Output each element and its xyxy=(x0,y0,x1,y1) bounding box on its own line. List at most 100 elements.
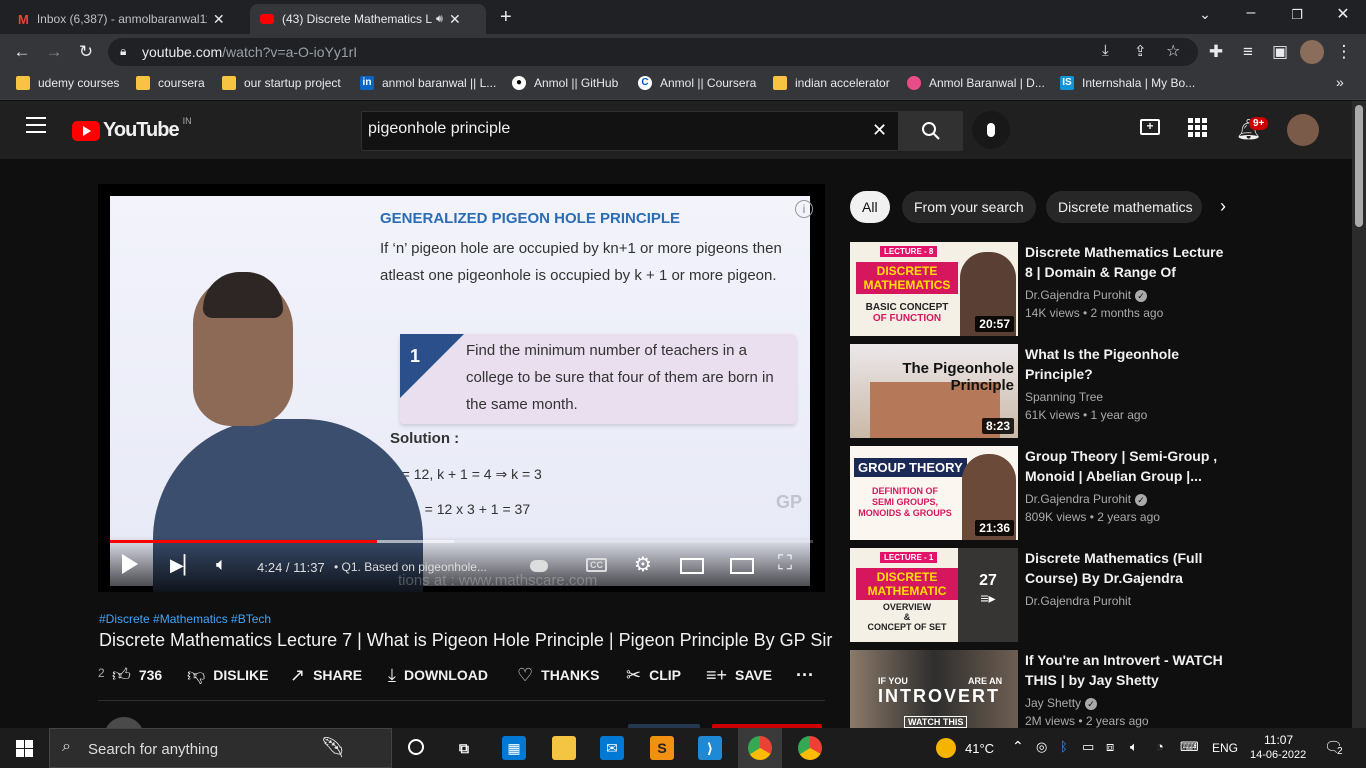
microsoft-store-icon[interactable]: ▦ xyxy=(502,736,526,760)
apps-grid-icon[interactable] xyxy=(1188,118,1207,137)
weather-temperature[interactable]: 41°C xyxy=(965,741,994,756)
settings-gear-icon[interactable]: ⚙ xyxy=(634,552,652,577)
like-button[interactable]: 👍︎ 736 xyxy=(112,664,162,686)
bookmark-item[interactable]: C Anmol || Coursera xyxy=(638,76,756,90)
video-hashtags[interactable]: #Discrete #Mathematics #BTech xyxy=(99,612,271,626)
chip-all[interactable]: All xyxy=(850,191,890,223)
progress-bar[interactable] xyxy=(110,540,813,543)
bluetooth-icon[interactable]: ᛒ xyxy=(1060,739,1068,754)
volume-tray-icon[interactable]: 🔈︎ xyxy=(1130,739,1138,755)
restore-button[interactable]: ❐ xyxy=(1274,7,1320,23)
minimize-button[interactable]: – xyxy=(1228,4,1274,22)
search-input[interactable] xyxy=(368,120,858,138)
sublime-text-icon[interactable]: S xyxy=(650,736,674,760)
keyboard-icon[interactable]: ⌨ xyxy=(1180,739,1199,755)
language-indicator[interactable]: ENG xyxy=(1212,741,1238,755)
back-icon[interactable]: ← xyxy=(10,42,34,62)
theater-mode-icon[interactable] xyxy=(730,558,754,574)
tray-overflow-icon[interactable]: ⌃ xyxy=(1012,738,1024,755)
thanks-button[interactable]: ♡ THANKS xyxy=(517,664,599,686)
address-bar[interactable]: 🔒︎ youtube.com/watch?v=a-O-ioYy1rI ⤓ ⇪ ☆ xyxy=(108,38,1198,66)
hamburger-menu-icon[interactable] xyxy=(26,117,46,133)
bookmark-item[interactable]: udemy courses xyxy=(16,76,119,90)
recommendation-item[interactable]: LECTURE - 8 DISCRETE MATHEMATICS BASIC C… xyxy=(850,242,1230,338)
browser-menu-icon[interactable]: ⋮ xyxy=(1332,42,1356,62)
share-icon[interactable]: ⇪ xyxy=(1134,42,1147,60)
bookmark-item[interactable]: our startup project xyxy=(222,76,341,90)
search-box[interactable]: ✕ xyxy=(361,111,899,151)
chrome-profile-icon[interactable] xyxy=(798,736,822,760)
close-tab-icon[interactable]: ✕ xyxy=(449,11,461,28)
forward-icon[interactable]: → xyxy=(42,42,66,62)
weather-sun-icon[interactable] xyxy=(936,738,956,758)
bookmark-item[interactable]: IS Internshala | My Bo... xyxy=(1060,76,1195,90)
clock-date[interactable]: 14-06-2022 xyxy=(1250,749,1306,761)
audio-playing-icon[interactable]: 🔊︎ xyxy=(436,13,443,26)
dislike-button[interactable]: 👎︎ DISLIKE xyxy=(187,664,269,686)
tab-search-icon[interactable]: ⌄ xyxy=(1182,6,1228,23)
volume-icon[interactable]: 🔈︎ xyxy=(216,554,227,575)
more-actions-icon[interactable]: ··· xyxy=(796,664,814,686)
bookmark-item[interactable]: in anmol baranwal || L... xyxy=(360,76,496,90)
mail-icon[interactable]: ✉ xyxy=(600,736,624,760)
save-button[interactable]: ≡+ SAVE xyxy=(706,664,772,686)
bookmark-star-icon[interactable]: ☆ xyxy=(1166,41,1180,61)
channel-name[interactable]: Dr.Gajendra Purohit ✓ xyxy=(1025,288,1148,302)
info-card-icon[interactable]: i xyxy=(795,200,813,218)
subtitles-icon[interactable]: CC xyxy=(586,558,607,572)
youtube-logo[interactable]: YouTube IN xyxy=(72,116,192,142)
bookmark-item[interactable]: Anmol Baranwal | D... xyxy=(907,76,1045,90)
video-player[interactable]: GENERALIZED PIGEON HOLE PRINCIPLE If ‘n’… xyxy=(98,184,825,592)
play-icon[interactable] xyxy=(122,554,138,574)
tab-gmail[interactable]: M Inbox (6,387) - anmolbaranwal11 ✕ xyxy=(8,4,248,34)
channel-name[interactable]: Spanning Tree xyxy=(1025,390,1103,404)
install-icon[interactable]: ⤓ xyxy=(1102,42,1109,59)
recommendation-title[interactable]: Discrete Mathematics (Full Course) By Dr… xyxy=(1025,548,1230,588)
close-window-button[interactable]: ✕ xyxy=(1320,4,1366,24)
reload-icon[interactable]: ↻ xyxy=(74,42,98,62)
recommendation-title[interactable]: If You're an Introvert - WATCH THIS | by… xyxy=(1025,650,1230,690)
create-video-icon[interactable]: + xyxy=(1140,119,1160,135)
clock-time[interactable]: 11:07 xyxy=(1264,733,1293,747)
display-icon[interactable]: ⧈ xyxy=(1106,739,1114,755)
recommendation-item[interactable]: IF YOU ARE AN INTROVERT WATCH THIS If Yo… xyxy=(850,650,1230,728)
extensions-icon[interactable]: ✚ xyxy=(1204,42,1228,62)
video-thumbnail[interactable]: LECTURE - 1 DISCRETE MATHEMATIC OVERVIEW… xyxy=(850,548,1018,642)
network-drive-icon[interactable]: ◎ xyxy=(1036,739,1047,755)
channel-name[interactable]: Jay Shetty ✓ xyxy=(1025,696,1098,710)
chip-from-your-search[interactable]: From your search xyxy=(902,191,1036,223)
bookmark-item[interactable]: coursera xyxy=(136,76,205,90)
bookmark-item[interactable]: indian accelerator xyxy=(773,76,890,90)
page-scrollbar[interactable] xyxy=(1352,101,1366,728)
video-thumbnail[interactable]: IF YOU ARE AN INTROVERT WATCH THIS xyxy=(850,650,1018,728)
new-tab-button[interactable]: + xyxy=(500,6,512,29)
channel-name[interactable]: Dr.Gajendra Purohit ✓ xyxy=(1025,492,1148,506)
recommendation-item[interactable]: The Pigeonhole Principle 8:23 What Is th… xyxy=(850,344,1230,440)
recommendation-item[interactable]: GROUP THEORY DEFINITION OF SEMI GROUPS, … xyxy=(850,446,1230,542)
lock-icon[interactable]: 🔒︎ xyxy=(120,44,126,59)
recommendation-item[interactable]: LECTURE - 1 DISCRETE MATHEMATIC OVERVIEW… xyxy=(850,548,1230,644)
chip-discrete-mathematics[interactable]: Discrete mathematics xyxy=(1046,191,1202,223)
autoplay-toggle[interactable] xyxy=(530,560,548,572)
account-avatar[interactable] xyxy=(1287,114,1319,146)
chevron-right-icon[interactable]: › xyxy=(1220,196,1226,217)
bookmark-item[interactable]: ● Anmol || GitHub xyxy=(512,76,618,90)
next-video-icon[interactable]: ▶▏ xyxy=(170,555,198,576)
windows-start-icon[interactable] xyxy=(16,740,33,757)
task-view-icon[interactable]: ⧉ xyxy=(452,736,476,760)
download-button[interactable]: ⤓ DOWNLOAD xyxy=(388,664,488,686)
taskbar-search-box[interactable]: ⌕ Search for anything 🪶︎ xyxy=(49,728,392,768)
miniplayer-icon[interactable] xyxy=(680,558,704,574)
file-explorer-icon[interactable] xyxy=(552,736,576,760)
chrome-icon[interactable] xyxy=(748,736,772,760)
video-thumbnail[interactable]: GROUP THEORY DEFINITION OF SEMI GROUPS, … xyxy=(850,446,1018,540)
cortana-icon[interactable] xyxy=(408,739,424,755)
recommendation-title[interactable]: Discrete Mathematics Lecture 8 | Domain … xyxy=(1025,242,1230,282)
tab-youtube[interactable]: (43) Discrete Mathematics Le 🔊︎ ✕ xyxy=(250,4,486,34)
side-panel-icon[interactable]: ▣ xyxy=(1268,42,1292,62)
search-button[interactable] xyxy=(899,111,963,151)
close-tab-icon[interactable]: ✕ xyxy=(213,11,225,28)
vscode-icon[interactable]: ⟩ xyxy=(698,736,722,760)
clip-button[interactable]: ✂ CLIP xyxy=(626,664,681,686)
share-button[interactable]: ↗ SHARE xyxy=(290,664,362,686)
